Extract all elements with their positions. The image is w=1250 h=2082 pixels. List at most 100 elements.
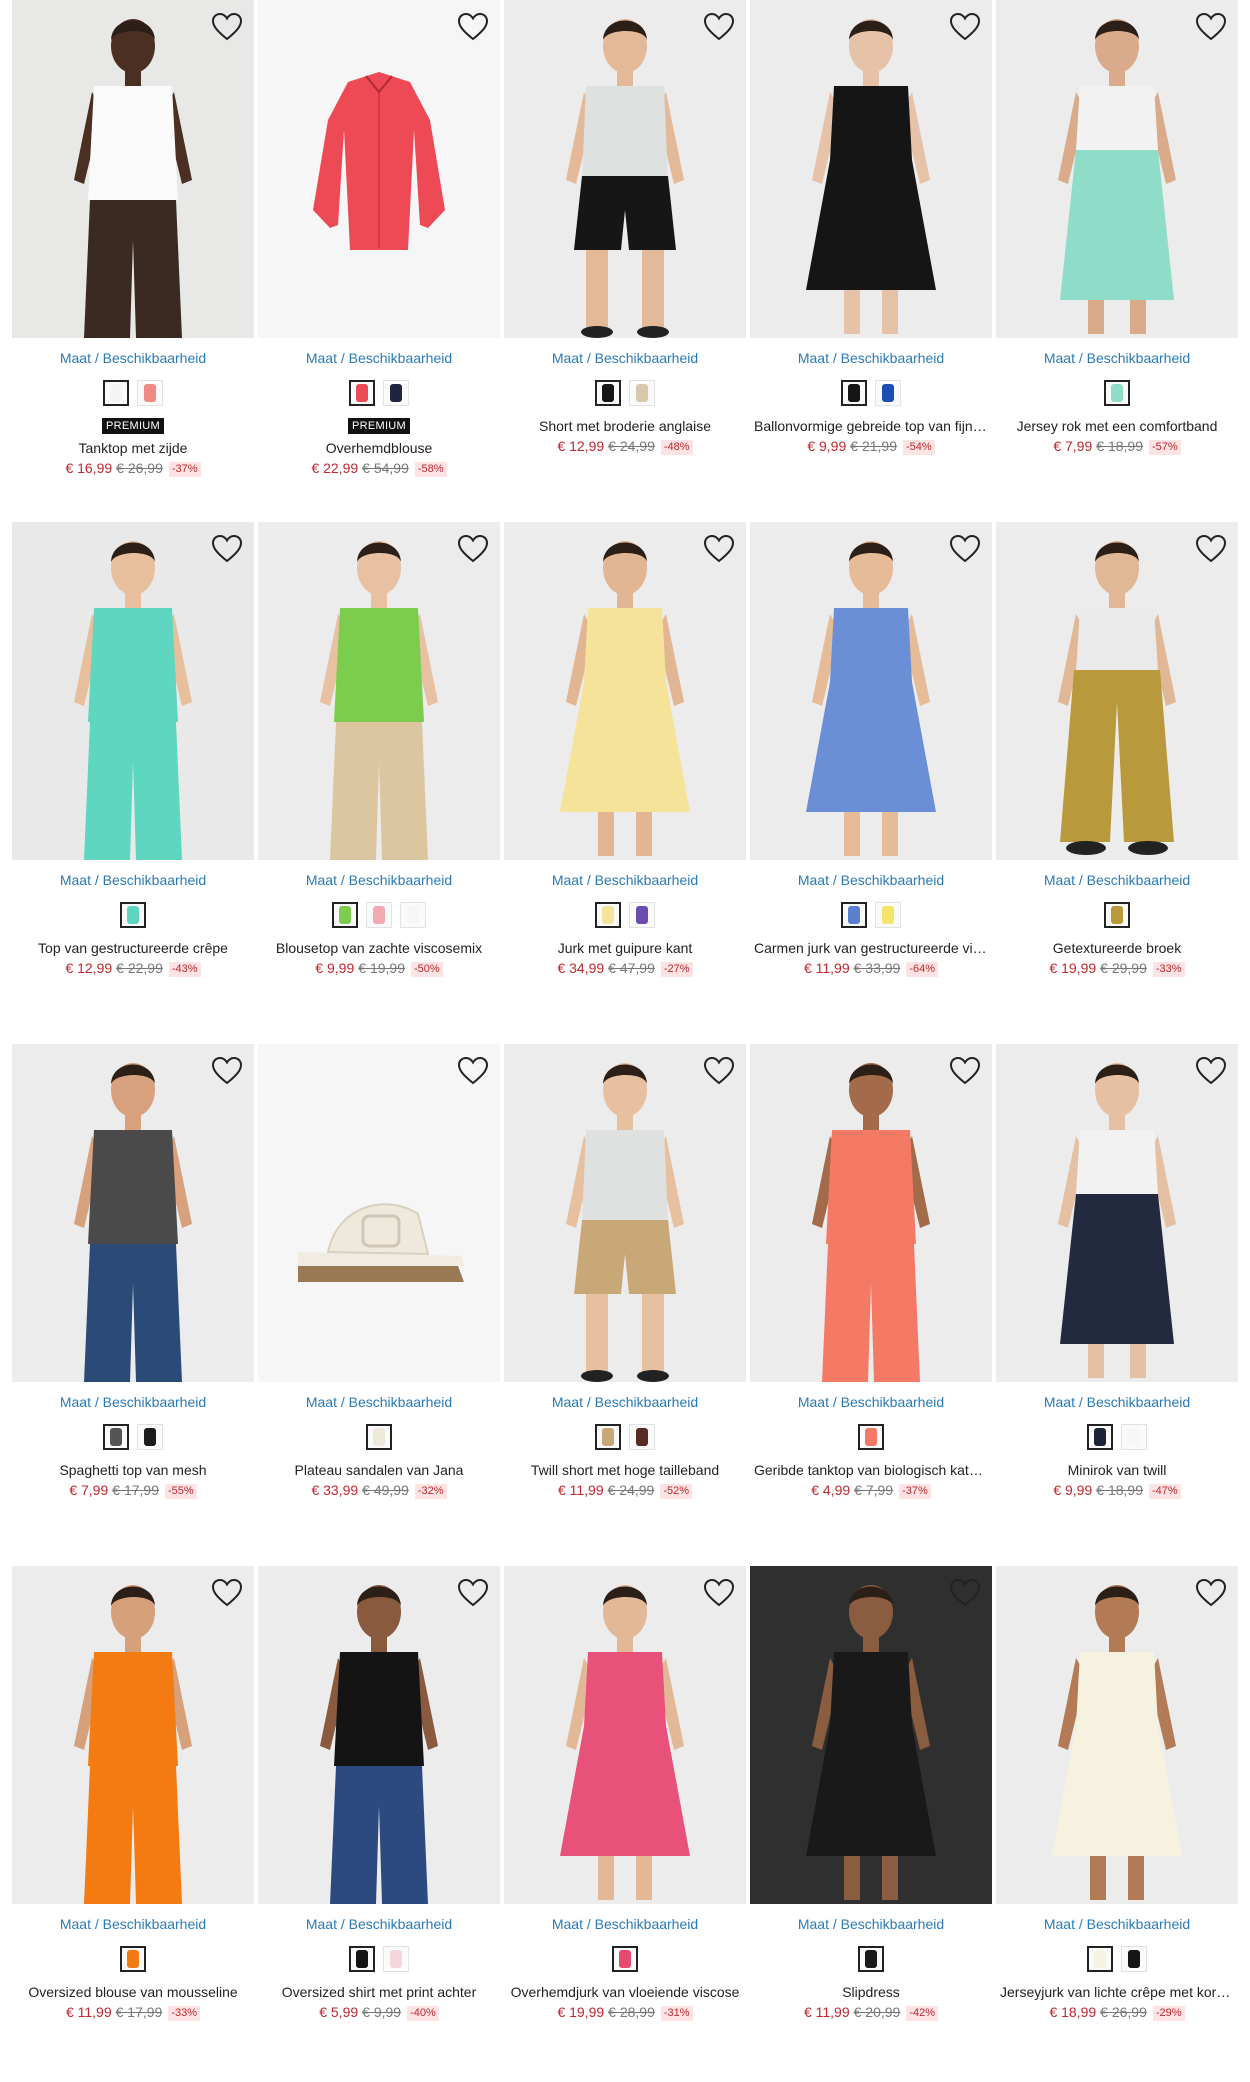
product-name[interactable]: Getextureerde broek — [996, 940, 1238, 956]
size-availability-link[interactable]: Maat / Beschikbaarheid — [504, 1394, 746, 1410]
heart-icon[interactable] — [210, 10, 244, 44]
size-link-label[interactable]: Maat — [1044, 1916, 1075, 1932]
size-link-label[interactable]: Maat — [306, 1916, 337, 1932]
color-swatch[interactable] — [137, 380, 163, 406]
color-swatch[interactable] — [629, 902, 655, 928]
size-availability-link[interactable]: Maat / Beschikbaarheid — [750, 872, 992, 888]
product-name[interactable]: Jurk met guipure kant — [504, 940, 746, 956]
color-swatch[interactable] — [383, 1946, 409, 1972]
product-image[interactable] — [750, 522, 992, 860]
size-link-label[interactable]: Maat — [306, 872, 337, 888]
size-availability-link[interactable]: Maat / Beschikbaarheid — [258, 1916, 500, 1932]
product-card[interactable]: Maat / Beschikbaarheid Oversized shirt me… — [258, 1566, 500, 2058]
color-swatch[interactable] — [595, 380, 621, 406]
product-photo[interactable] — [750, 0, 992, 338]
product-card[interactable]: Maat / Beschikbaarheid Top van gestructur… — [12, 522, 254, 1014]
product-photo[interactable] — [12, 1044, 254, 1382]
product-photo[interactable] — [750, 1566, 992, 1904]
availability-link-label[interactable]: Beschikbaarheid — [103, 350, 207, 366]
availability-link-label[interactable]: Beschikbaarheid — [1087, 1394, 1191, 1410]
color-swatch[interactable] — [120, 1946, 146, 1972]
size-link-label[interactable]: Maat — [60, 350, 91, 366]
heart-icon[interactable] — [948, 1576, 982, 1610]
heart-icon[interactable] — [1194, 532, 1228, 566]
product-card[interactable]: Maat / Beschikbaarheid Minirok van twill €… — [996, 1044, 1238, 1536]
product-card[interactable]: Maat / Beschikbaarheid Oversized blouse v… — [12, 1566, 254, 2058]
heart-icon[interactable] — [456, 1054, 490, 1088]
size-link-label[interactable]: Maat — [60, 1394, 91, 1410]
size-link-label[interactable]: Maat — [798, 1394, 829, 1410]
product-card[interactable]: Maat / Beschikbaarheid Geribde tanktop va… — [750, 1044, 992, 1536]
product-image[interactable] — [12, 1566, 254, 1904]
size-link-label[interactable]: Maat — [60, 872, 91, 888]
color-swatch[interactable] — [858, 1946, 884, 1972]
color-swatch[interactable] — [875, 902, 901, 928]
color-swatch[interactable] — [400, 902, 426, 928]
product-image[interactable] — [996, 522, 1238, 860]
product-name[interactable]: Minirok van twill — [996, 1462, 1238, 1478]
product-name[interactable]: Overhemdjurk van vloeiende viscose — [504, 1984, 746, 2000]
availability-link-label[interactable]: Beschikbaarheid — [1087, 350, 1191, 366]
product-image[interactable] — [504, 522, 746, 860]
size-link-label[interactable]: Maat — [552, 872, 583, 888]
color-swatch[interactable] — [1121, 1946, 1147, 1972]
color-swatch[interactable] — [383, 380, 409, 406]
availability-link-label[interactable]: Beschikbaarheid — [595, 872, 699, 888]
size-link-label[interactable]: Maat — [798, 872, 829, 888]
product-image[interactable] — [504, 1044, 746, 1382]
color-swatch[interactable] — [841, 380, 867, 406]
product-card[interactable]: Maat / Beschikbaarheid PREMIUM Overhemdblo… — [258, 0, 500, 492]
product-card[interactable]: Maat / Beschikbaarheid Jersey rok met een… — [996, 0, 1238, 492]
size-link-label[interactable]: Maat — [306, 1394, 337, 1410]
availability-link-label[interactable]: Beschikbaarheid — [595, 1394, 699, 1410]
product-photo[interactable] — [996, 522, 1238, 860]
color-swatch[interactable] — [1121, 1424, 1147, 1450]
product-image[interactable] — [12, 0, 254, 338]
color-swatch[interactable] — [103, 380, 129, 406]
size-link-label[interactable]: Maat — [306, 350, 337, 366]
availability-link-label[interactable]: Beschikbaarheid — [349, 350, 453, 366]
size-link-label[interactable]: Maat — [798, 350, 829, 366]
product-card[interactable]: Maat / Beschikbaarheid Slipdress € 11,99 € … — [750, 1566, 992, 2058]
color-swatch[interactable] — [612, 1946, 638, 1972]
product-name[interactable]: Blousetop van zachte viscosemix — [258, 940, 500, 956]
heart-icon[interactable] — [456, 532, 490, 566]
product-image[interactable] — [996, 1566, 1238, 1904]
size-availability-link[interactable]: Maat / Beschikbaarheid — [996, 1916, 1238, 1932]
heart-icon[interactable] — [948, 10, 982, 44]
heart-icon[interactable] — [702, 1054, 736, 1088]
color-swatch[interactable] — [332, 902, 358, 928]
product-name[interactable]: Overhemdblouse — [258, 440, 500, 456]
product-image[interactable] — [996, 1044, 1238, 1382]
product-photo[interactable] — [996, 1044, 1238, 1382]
product-name[interactable]: Spaghetti top van mesh — [12, 1462, 254, 1478]
availability-link-label[interactable]: Beschikbaarheid — [103, 872, 207, 888]
color-swatch[interactable] — [120, 902, 146, 928]
product-photo[interactable] — [750, 1044, 992, 1382]
product-card[interactable]: Maat / Beschikbaarheid Short met broderie… — [504, 0, 746, 492]
color-swatch[interactable] — [1087, 1946, 1113, 1972]
heart-icon[interactable] — [1194, 1054, 1228, 1088]
size-availability-link[interactable]: Maat / Beschikbaarheid — [12, 872, 254, 888]
product-name[interactable]: Twill short met hoge tailleband — [504, 1462, 746, 1478]
product-photo[interactable] — [12, 1566, 254, 1904]
product-image[interactable] — [12, 522, 254, 860]
availability-link-label[interactable]: Beschikbaarheid — [103, 1916, 207, 1932]
size-link-label[interactable]: Maat — [552, 1916, 583, 1932]
size-link-label[interactable]: Maat — [1044, 1394, 1075, 1410]
product-image[interactable] — [504, 0, 746, 338]
color-swatch[interactable] — [366, 902, 392, 928]
color-swatch[interactable] — [841, 902, 867, 928]
product-photo[interactable] — [258, 0, 500, 338]
heart-icon[interactable] — [456, 1576, 490, 1610]
availability-link-label[interactable]: Beschikbaarheid — [595, 350, 699, 366]
product-image[interactable] — [12, 1044, 254, 1382]
size-link-label[interactable]: Maat — [1044, 350, 1075, 366]
product-card[interactable]: Maat / Beschikbaarheid Overhemdjurk van v… — [504, 1566, 746, 2058]
color-swatch[interactable] — [629, 380, 655, 406]
color-swatch[interactable] — [1104, 380, 1130, 406]
product-image[interactable] — [258, 0, 500, 338]
product-card[interactable]: Maat / Beschikbaarheid Blousetop van zach… — [258, 522, 500, 1014]
heart-icon[interactable] — [456, 10, 490, 44]
color-swatch[interactable] — [1104, 902, 1130, 928]
